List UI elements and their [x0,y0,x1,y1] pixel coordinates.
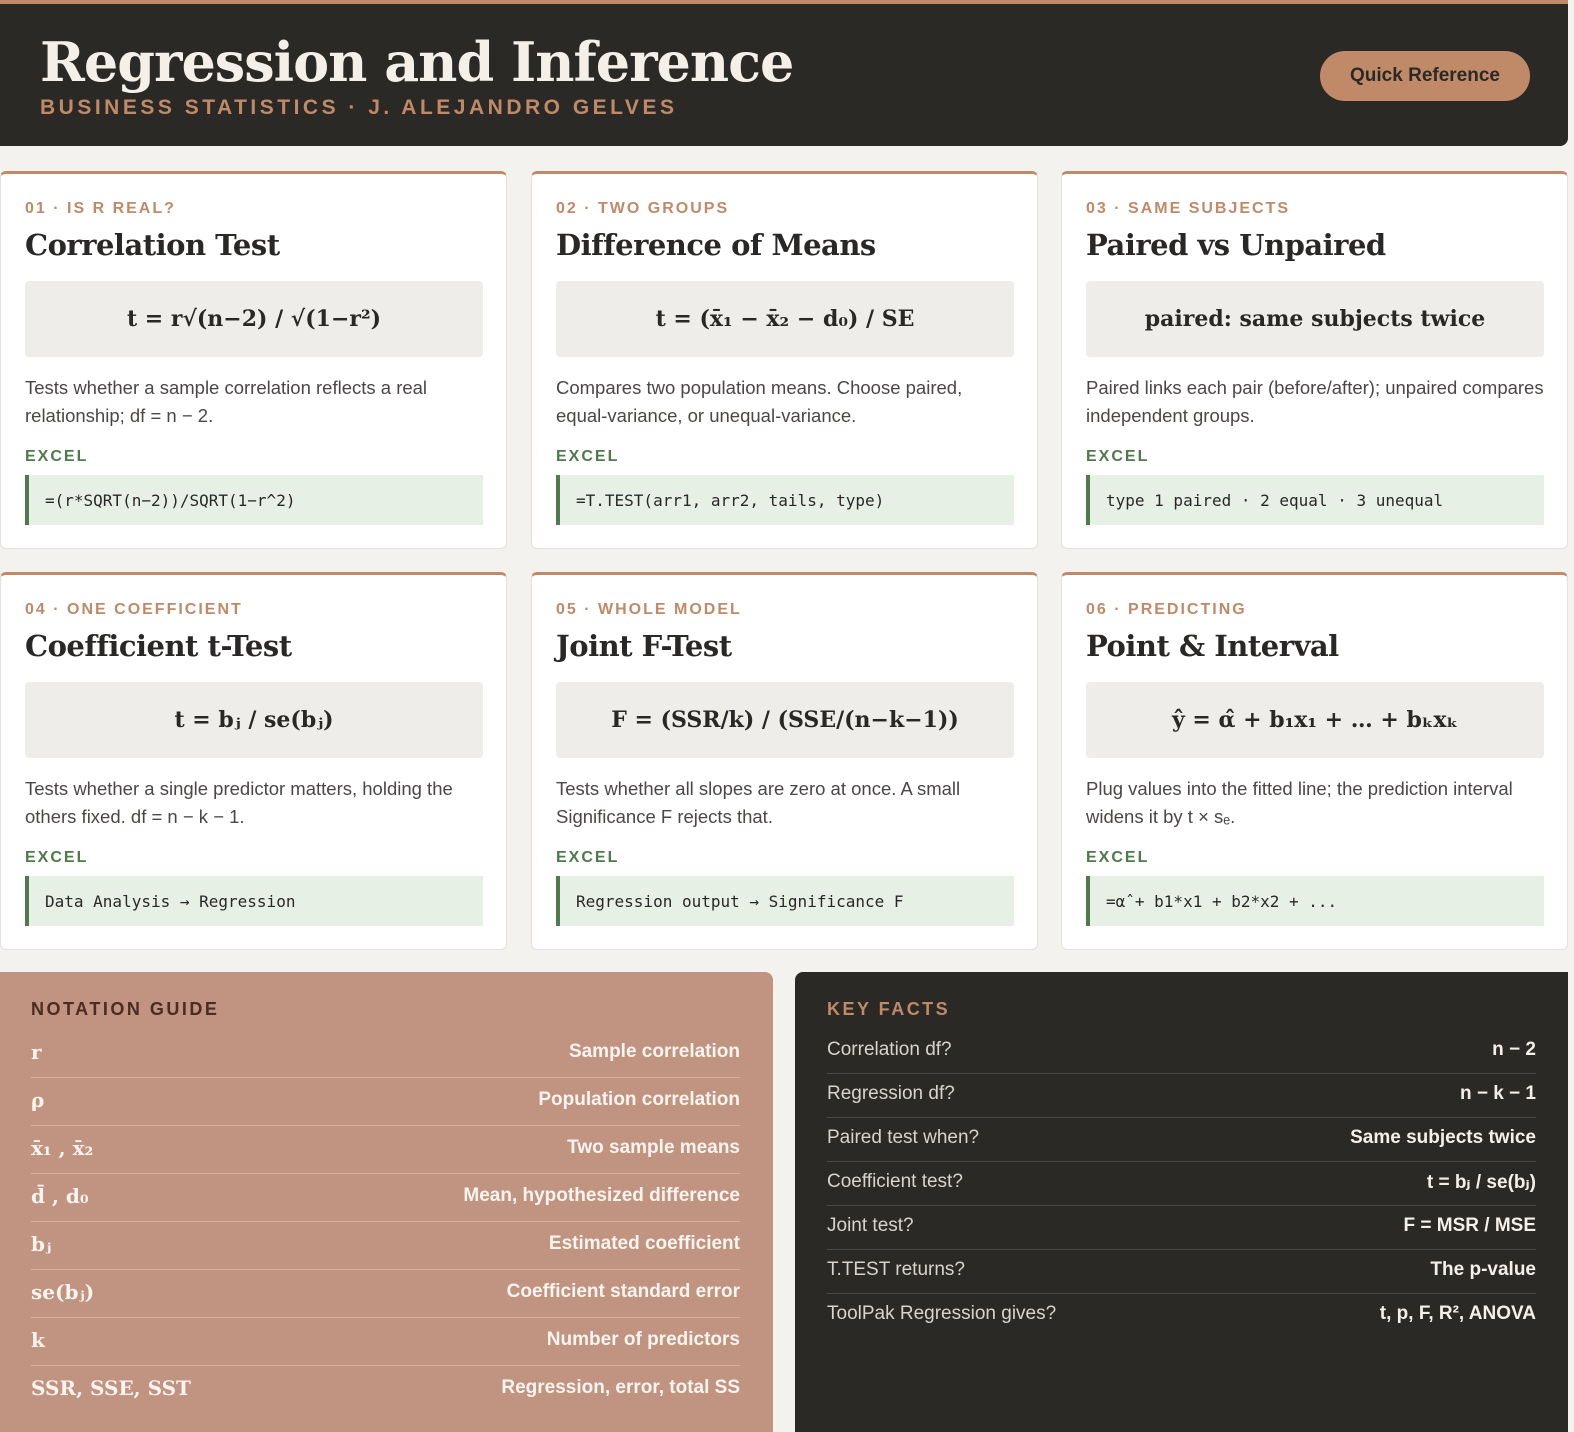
card-title: Joint F-Test [556,629,732,663]
notation-symbol: r [31,1040,42,1064]
notation-meaning: Regression, error, total SS [501,1377,740,1398]
excel-label: EXCEL [556,448,620,465]
notation-row: bⱼ Estimated coefficient [31,1222,740,1270]
card-formula: t = r√(n−2) / √(1−r²) [25,281,483,357]
quick-reference-button[interactable]: Quick Reference [1320,51,1530,101]
card-formula: paired: same subjects twice [1086,281,1544,357]
key-fact-row: Joint test? F = MSR / MSE [827,1206,1536,1250]
card-point-and-interval: 06 · PREDICTING Point & Interval ŷ = α̂ … [1061,572,1568,950]
card-kicker: 03 · SAME SUBJECTS [1086,200,1291,217]
excel-label: EXCEL [556,849,620,866]
card-correlation-test: 01 · IS R REAL? Correlation Test t = r√(… [0,171,507,549]
notation-row: ρ Population correlation [31,1078,740,1126]
key-fact-row: ToolPak Regression gives? t, p, F, R², A… [827,1294,1536,1338]
key-fact-question: Correlation df? [827,1039,952,1060]
notation-symbol: k [31,1328,45,1352]
notation-symbol: ρ [31,1088,45,1112]
notation-guide-title: NOTATION GUIDE [31,999,220,1019]
card-description: Tests whether a sample correlation refle… [25,377,428,426]
excel-label: EXCEL [25,448,89,465]
card-title: Difference of Means [556,228,876,262]
notation-row: d̄ , d₀ Mean, hypothesized difference [31,1174,740,1222]
card-coefficient-t-test: 04 · ONE COEFFICIENT Coefficient t-Test … [0,572,507,950]
card-description: Plug values into the fitted line; the pr… [1086,778,1513,827]
key-facts-title: KEY FACTS [827,999,951,1019]
notation-meaning: Number of predictors [546,1329,740,1350]
card-description: Tests whether all slopes are zero at onc… [556,778,961,827]
notation-symbol: d̄ , d₀ [31,1184,89,1208]
card-paired-vs-unpaired: 03 · SAME SUBJECTS Paired vs Unpaired pa… [1061,171,1568,549]
key-fact-row: Paired test when? Same subjects twice [827,1118,1536,1162]
notation-symbol: bⱼ [31,1232,52,1256]
key-fact-question: Coefficient test? [827,1171,963,1192]
card-kicker: 02 · TWO GROUPS [556,200,730,217]
card-description: Paired links each pair (before/after); u… [1086,377,1544,426]
card-kicker: 05 · WHOLE MODEL [556,601,742,618]
card-difference-of-means: 02 · TWO GROUPS Difference of Means t = … [531,171,1038,549]
card-kicker: 04 · ONE COEFFICIENT [25,601,243,618]
key-fact-row: Regression df? n − k − 1 [827,1074,1536,1118]
key-fact-question: T.TEST returns? [827,1259,965,1280]
card-kicker: 06 · PREDICTING [1086,601,1247,618]
card-description: Tests whether a single predictor matters… [25,778,453,827]
key-fact-answer: Same subjects twice [1350,1127,1536,1148]
excel-label: EXCEL [25,849,89,866]
key-fact-row: Coefficient test? t = bⱼ / se(bⱼ) [827,1162,1536,1206]
key-fact-answer: t, p, F, R², ANOVA [1379,1303,1536,1324]
notation-row: SSR, SSE, SST Regression, error, total S… [31,1366,740,1414]
key-fact-answer: n − 2 [1492,1039,1536,1060]
card-description: Compares two population means. Choose pa… [556,377,963,426]
key-fact-answer: t = bⱼ / se(bⱼ) [1426,1172,1536,1193]
card-title: Point & Interval [1086,629,1339,663]
card-joint-f-test: 05 · WHOLE MODEL Joint F-Test F = (SSR/k… [531,572,1038,950]
excel-formula: =T.TEST(arr1, arr2, tails, type) [556,475,1014,525]
key-fact-answer: F = MSR / MSE [1403,1215,1537,1236]
excel-formula: Data Analysis → Regression [25,876,483,926]
notation-row: x̄₁ , x̄₂ Two sample means [31,1126,740,1174]
key-fact-answer: The p-value [1430,1259,1536,1280]
notation-row: k Number of predictors [31,1318,740,1366]
excel-label: EXCEL [1086,849,1150,866]
notation-row: se(bⱼ) Coefficient standard error [31,1270,740,1318]
page-subtitle: BUSINESS STATISTICS · J. ALEJANDRO GELVE… [40,96,678,119]
excel-formula: =α̂ + b1*x1 + b2*x2 + ... [1086,876,1544,926]
card-formula: t = (x̄₁ − x̄₂ − d₀) / SE [556,281,1014,357]
excel-formula: =(r*SQRT(n−2))/SQRT(1−r^2) [25,475,483,525]
card-kicker: 01 · IS R REAL? [25,200,176,217]
excel-label: EXCEL [1086,448,1150,465]
notation-meaning: Mean, hypothesized difference [463,1185,740,1206]
notation-meaning: Sample correlation [568,1041,740,1062]
key-facts-panel: KEY FACTS Correlation df? n − 2 Regressi… [795,972,1568,1432]
key-fact-question: ToolPak Regression gives? [827,1303,1057,1324]
page-title: Regression and Inference [40,30,794,94]
card-title: Paired vs Unpaired [1086,228,1386,262]
notation-row: r Sample correlation [31,1030,740,1078]
header: Regression and Inference BUSINESS STATIS… [0,0,1568,146]
notation-symbol: SSR, SSE, SST [31,1376,191,1400]
key-fact-answer: n − k − 1 [1459,1083,1536,1104]
notation-symbol: se(bⱼ) [31,1280,95,1304]
notation-meaning: Estimated coefficient [548,1233,740,1254]
card-title: Coefficient t-Test [25,629,292,663]
card-formula: F = (SSR/k) / (SSE/(n−k−1)) [556,682,1014,758]
key-fact-question: Joint test? [827,1215,914,1236]
notation-meaning: Coefficient standard error [506,1281,740,1302]
key-fact-row: Correlation df? n − 2 [827,1030,1536,1074]
card-formula: t = bⱼ / se(bⱼ) [25,682,483,758]
notation-guide-panel: NOTATION GUIDE r Sample correlation ρ Po… [0,972,773,1432]
card-title: Correlation Test [25,228,280,262]
excel-formula: type 1 paired · 2 equal · 3 unequal [1086,475,1544,525]
notation-meaning: Population correlation [538,1089,740,1110]
key-fact-question: Regression df? [827,1083,955,1104]
notation-symbol: x̄₁ , x̄₂ [31,1136,94,1160]
key-fact-row: T.TEST returns? The p-value [827,1250,1536,1294]
excel-formula: Regression output → Significance F [556,876,1014,926]
key-fact-question: Paired test when? [827,1127,980,1148]
card-formula: ŷ = α̂ + b₁x₁ + … + bₖxₖ [1086,682,1544,758]
notation-meaning: Two sample means [567,1137,740,1158]
